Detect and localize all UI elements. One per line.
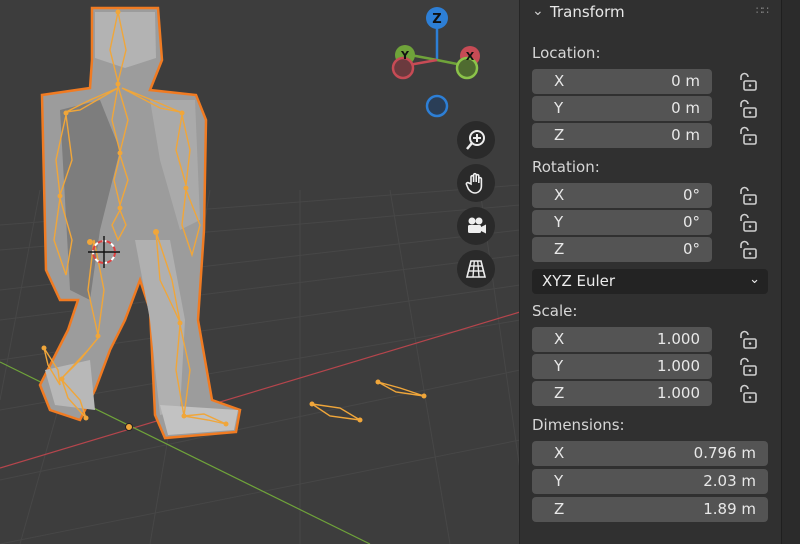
axis-label: Z bbox=[554, 384, 565, 402]
scale-x-field[interactable]: X 1.000 bbox=[532, 327, 712, 352]
navigation-gizmo[interactable]: Z X Y bbox=[391, 7, 480, 118]
field-value: 0 m bbox=[671, 72, 700, 90]
dimensions-label: Dimensions: bbox=[532, 416, 625, 434]
rotation-x-field[interactable]: X 0° bbox=[532, 183, 712, 208]
field-value: 2.03 m bbox=[703, 472, 756, 490]
gizmo-x-label: X bbox=[466, 50, 475, 63]
field-value: 0.796 m bbox=[693, 444, 756, 462]
gizmo-z-label: Z bbox=[432, 12, 441, 27]
scale-y-field[interactable]: Y 1.000 bbox=[532, 354, 712, 379]
location-y-field[interactable]: Y 0 m bbox=[532, 96, 712, 121]
zoom-button[interactable] bbox=[457, 121, 495, 159]
zoom-icon bbox=[466, 130, 485, 150]
axis-label: X bbox=[554, 72, 565, 90]
location-label: Location: bbox=[532, 44, 601, 62]
field-value: 0 m bbox=[671, 99, 700, 117]
scale-label: Scale: bbox=[532, 302, 578, 320]
axis-label: X bbox=[554, 444, 565, 462]
field-value: 0 m bbox=[671, 126, 700, 144]
camera-view-button[interactable] bbox=[457, 207, 495, 245]
field-value: 0° bbox=[682, 213, 700, 231]
rotation-mode-value: XYZ Euler bbox=[542, 272, 616, 290]
axis-label: Z bbox=[554, 240, 565, 258]
axis-label: Y bbox=[554, 472, 564, 490]
unlock-icon[interactable] bbox=[737, 98, 759, 120]
unlock-icon[interactable] bbox=[737, 125, 759, 147]
unlock-icon[interactable] bbox=[737, 71, 759, 93]
axis-label: Y bbox=[554, 213, 564, 231]
unlock-icon[interactable] bbox=[737, 185, 759, 207]
object-origin bbox=[125, 423, 133, 431]
pan-hand-icon bbox=[465, 172, 483, 194]
pan-button[interactable] bbox=[457, 164, 495, 202]
axis-label: Y bbox=[554, 357, 564, 375]
unlock-icon[interactable] bbox=[737, 212, 759, 234]
unlock-icon[interactable] bbox=[737, 356, 759, 378]
axis-label: Z bbox=[554, 126, 565, 144]
axis-label: Z bbox=[554, 500, 565, 518]
rotation-label: Rotation: bbox=[532, 158, 600, 176]
location-x-field[interactable]: X 0 m bbox=[532, 69, 712, 94]
perspective-grid-icon bbox=[465, 260, 487, 278]
field-value: 0° bbox=[682, 240, 700, 258]
viewport-canvas[interactable]: Z X Y bbox=[0, 0, 520, 544]
location-z-field[interactable]: Z 0 m bbox=[532, 123, 712, 148]
rotation-z-field[interactable]: Z 0° bbox=[532, 237, 712, 262]
chevron-down-icon: ⌄ bbox=[532, 3, 544, 19]
camera-icon bbox=[468, 217, 486, 234]
sidebar-properties-panel: ⌄ Transform ∷∷ Location: X0 m Y0 m Z0 m … bbox=[519, 0, 782, 544]
unlock-icon[interactable] bbox=[737, 383, 759, 405]
unlock-icon[interactable] bbox=[737, 329, 759, 351]
field-value: 1.000 bbox=[657, 384, 700, 402]
dimensions-x-field[interactable]: X 0.796 m bbox=[532, 441, 768, 466]
transform-title: Transform bbox=[550, 3, 625, 21]
unlock-icon[interactable] bbox=[737, 239, 759, 261]
field-value: 1.89 m bbox=[703, 500, 756, 518]
sidebar-tab-strip[interactable] bbox=[781, 0, 800, 544]
3d-viewport[interactable]: Z X Y bbox=[0, 0, 520, 544]
perspective-toggle-button[interactable] bbox=[457, 250, 495, 288]
field-value: 1.000 bbox=[657, 330, 700, 348]
axis-label: Y bbox=[554, 99, 564, 117]
dimensions-z-field[interactable]: Z 1.89 m bbox=[532, 497, 768, 522]
field-value: 0° bbox=[682, 186, 700, 204]
transform-panel-header[interactable]: ⌄ Transform ∷∷ bbox=[520, 0, 782, 26]
drag-grip-icon[interactable]: ∷∷ bbox=[756, 4, 769, 17]
rotation-mode-dropdown[interactable]: XYZ Euler ⌄ bbox=[532, 269, 768, 294]
dimensions-y-field[interactable]: Y 2.03 m bbox=[532, 469, 768, 494]
field-value: 1.000 bbox=[657, 357, 700, 375]
gizmo-y-label: Y bbox=[400, 49, 410, 62]
scale-z-field[interactable]: Z 1.000 bbox=[532, 381, 712, 406]
axis-label: X bbox=[554, 186, 565, 204]
gizmo-z-negative[interactable] bbox=[425, 94, 449, 118]
chevron-down-icon: ⌄ bbox=[749, 272, 760, 287]
rotation-y-field[interactable]: Y 0° bbox=[532, 210, 712, 235]
axis-label: X bbox=[554, 330, 565, 348]
